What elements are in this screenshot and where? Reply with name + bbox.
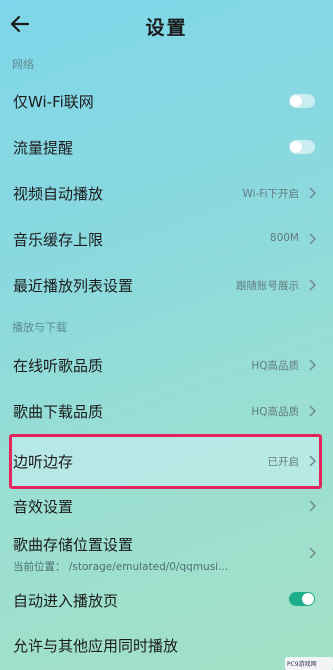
setting-row-allow-other-apps[interactable]: 允许与其他应用同时播放 — [0, 624, 333, 670]
page-title: 设置 — [145, 17, 188, 39]
setting-value: 800M — [269, 232, 299, 244]
setting-value: HQ高品质 — [251, 406, 299, 418]
section-label-play-download: 播放与下载 — [12, 321, 67, 334]
setting-row-wifi-only[interactable]: 仅Wi-Fi联网 — [0, 78, 333, 124]
setting-label: 音乐缓存上限 — [13, 231, 104, 249]
setting-value: 已开启 — [267, 456, 300, 468]
setting-row-storage-location[interactable]: 歌曲存储位置设置 当前位置： /storage/emulated/0/qqmus… — [0, 528, 333, 580]
setting-label: 歌曲下载品质 — [13, 403, 104, 421]
auto-enter-player-toggle[interactable] — [289, 592, 315, 606]
setting-row-download-quality[interactable]: 歌曲下载品质 HQ高品质 — [0, 388, 333, 434]
setting-row-traffic-alert[interactable]: 流量提醒 — [0, 124, 333, 170]
setting-value: Wi-Fi下开启 — [242, 188, 299, 200]
chevron-right-icon — [309, 279, 317, 291]
setting-row-recent-playlist[interactable]: 最近播放列表设置 跟随账号展示 — [0, 262, 333, 308]
chevron-right-icon — [309, 187, 317, 199]
setting-label: 仅Wi-Fi联网 — [13, 93, 94, 111]
setting-row-online-quality[interactable]: 在线听歌品质 HQ高品质 — [0, 342, 333, 388]
setting-label: 边听边存 — [13, 453, 74, 471]
chevron-right-icon — [309, 359, 317, 371]
setting-row-auto-enter-player[interactable]: 自动进入播放页 — [0, 578, 333, 624]
setting-label: 视频自动播放 — [13, 185, 104, 203]
setting-row-video-autoplay[interactable]: 视频自动播放 Wi-Fi下开启 — [0, 170, 333, 216]
toggle-knob — [290, 95, 302, 107]
setting-label: 流量提醒 — [13, 139, 74, 157]
chevron-right-icon — [309, 233, 317, 245]
wifi-only-toggle[interactable] — [289, 94, 315, 108]
chevron-right-icon — [309, 500, 317, 512]
setting-label: 歌曲存储位置设置 — [13, 536, 134, 554]
chevron-right-icon — [309, 547, 317, 559]
toggle-knob — [302, 593, 314, 605]
setting-value: HQ高品质 — [251, 360, 299, 372]
chevron-right-icon — [309, 405, 317, 417]
watermark-logo: PC9游戏网 — [285, 657, 333, 670]
storage-path-text: 当前位置： /storage/emulated/0/qqmusi... — [13, 561, 229, 573]
chevron-right-icon — [309, 455, 317, 467]
setting-label: 允许与其他应用同时播放 — [13, 637, 179, 655]
toggle-knob — [290, 141, 302, 153]
setting-row-sound-effects[interactable]: 音效设置 — [0, 484, 333, 530]
header-bar: 设置 — [0, 0, 333, 50]
traffic-alert-toggle[interactable] — [289, 140, 315, 154]
setting-label: 在线听歌品质 — [13, 357, 104, 375]
setting-label: 自动进入播放页 — [13, 592, 119, 610]
setting-value: 跟随账号展示 — [236, 280, 299, 292]
setting-row-cache-limit[interactable]: 音乐缓存上限 800M — [0, 216, 333, 262]
setting-label: 音效设置 — [13, 498, 74, 516]
section-label-network: 网络 — [12, 58, 34, 71]
setting-label: 最近播放列表设置 — [13, 277, 134, 295]
setting-row-listen-and-save[interactable]: 边听边存 已开启 — [0, 438, 333, 484]
